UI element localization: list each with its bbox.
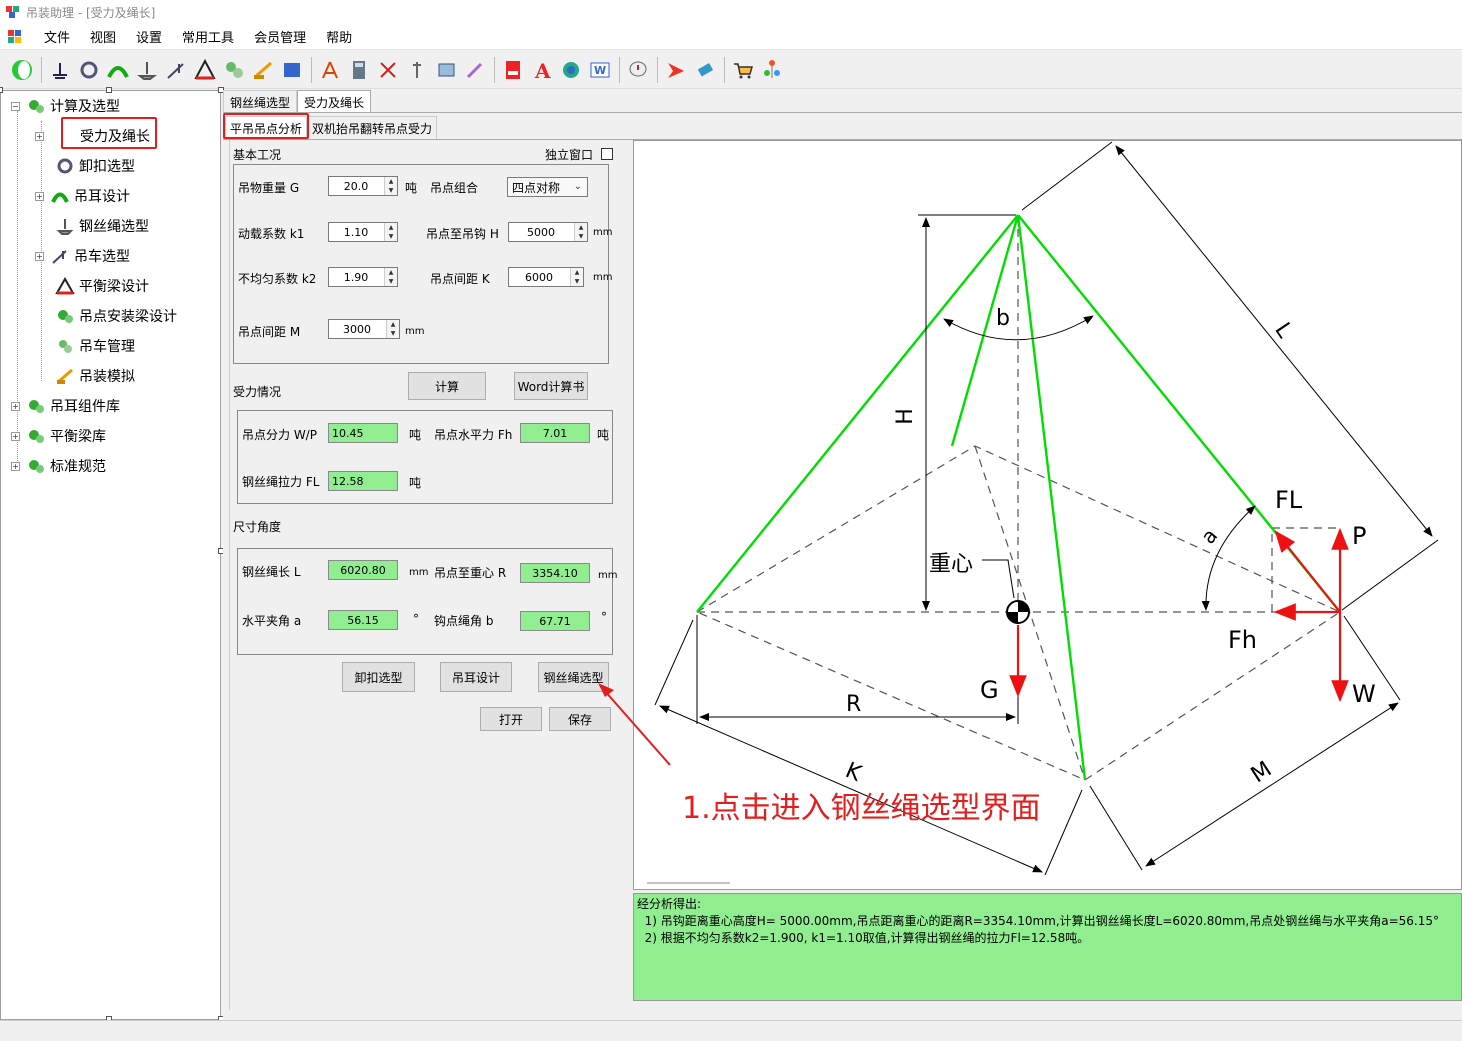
label-G: G [980,676,999,704]
status-bar [0,1020,1462,1041]
label-Fh: Fh [1228,626,1258,654]
label-R: R [846,692,862,717]
result-panel: 经分析得出: 1) 吊钩距离重心高度H= 5000.00mm,吊点距离重心的距离… [633,893,1462,1001]
result-line-2: 2) 根据不均匀系数k2=1.900, k1=1.10取值,计算得出钢丝绳的拉力… [637,931,1090,945]
label-FL: FL [1275,486,1303,514]
annotation-text: 1.点击进入钢丝绳选型界面 [682,791,1041,826]
label-W: W [1352,680,1376,708]
label-cog: 重心 [929,552,974,577]
result-heading: 经分析得出: [637,897,702,911]
result-line-1: 1) 吊钩距离重心高度H= 5000.00mm,吊点距离重心的距离R=3354.… [637,914,1439,928]
label-b: b [996,306,1010,331]
label-H: H [892,408,918,425]
center-of-gravity-icon [1006,600,1030,624]
diagram-svg [598,141,1439,884]
label-P: P [1352,522,1367,550]
